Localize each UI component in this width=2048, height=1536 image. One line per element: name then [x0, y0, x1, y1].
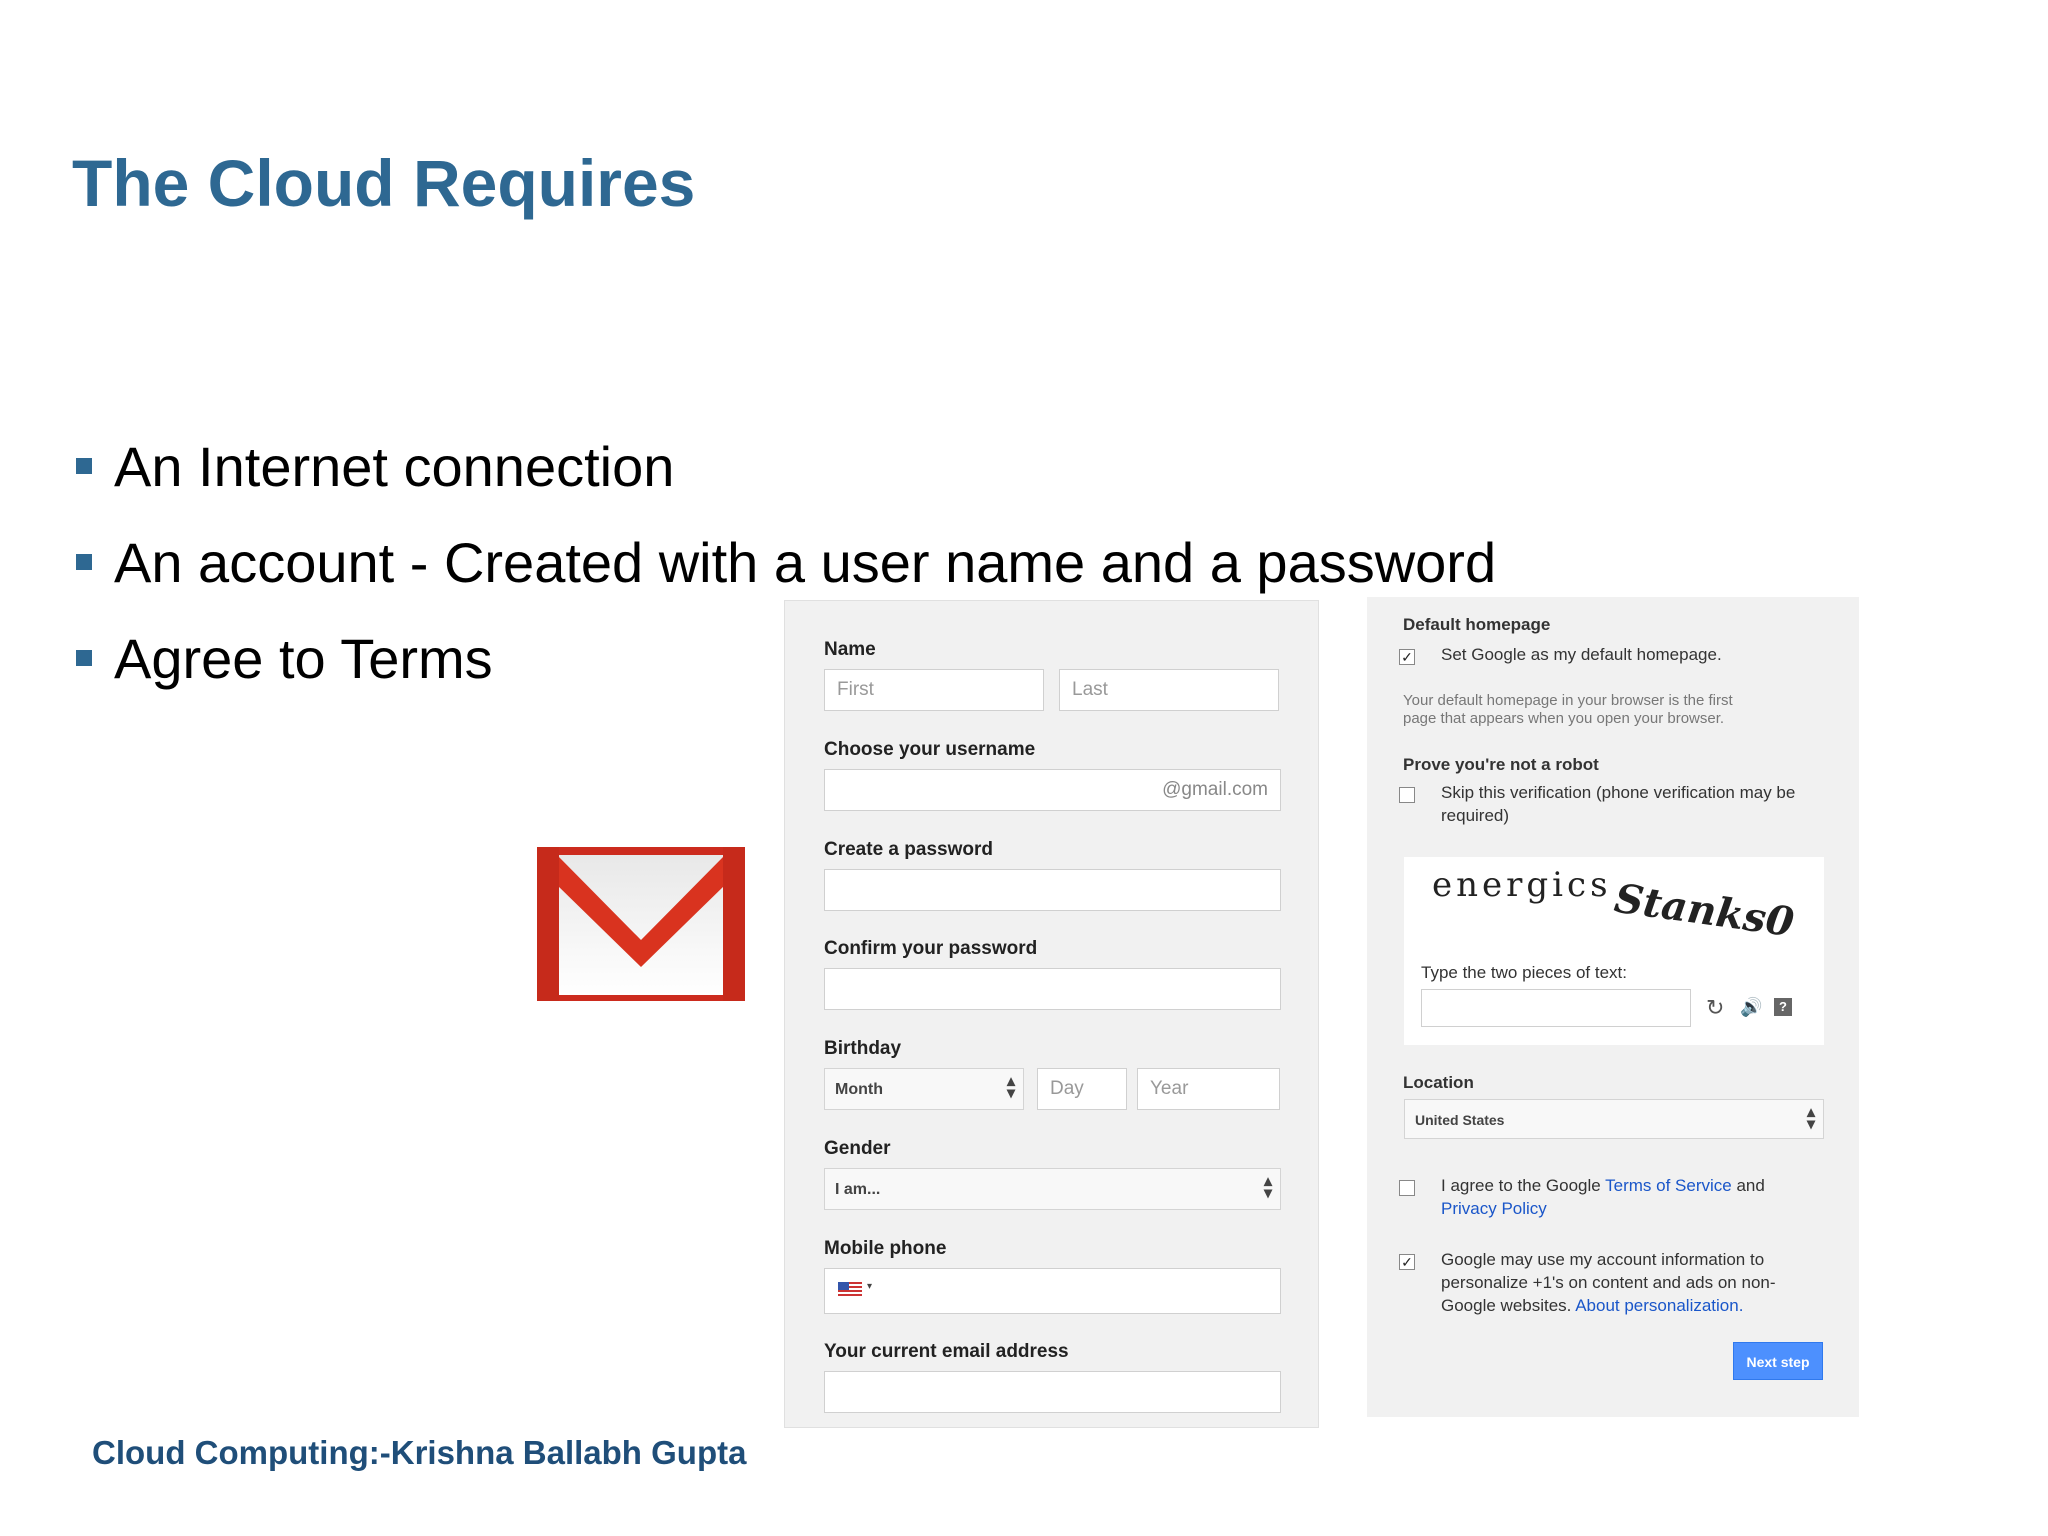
personalize-line-3: Google websites. About personalization. — [1441, 1296, 1743, 1316]
captcha-word-1: energics — [1432, 865, 1612, 905]
bullet-text: An Internet connection — [114, 435, 675, 498]
bullet-square-icon — [76, 650, 92, 666]
agree-and: and — [1731, 1176, 1765, 1195]
bullet-square-icon — [76, 458, 92, 474]
birth-month-select[interactable]: Month ▴ ▾ — [824, 1068, 1024, 1110]
homepage-note-line-1: Your default homepage in your browser is… — [1403, 692, 1733, 709]
skip-verification-line-1: Skip this verification (phone verificati… — [1441, 783, 1796, 802]
robot-heading: Prove you're not a robot — [1403, 755, 1599, 774]
birth-year-input[interactable]: Year — [1137, 1068, 1280, 1110]
gender-select[interactable]: I am... ▴ ▾ — [824, 1168, 1281, 1210]
signup-options-panel: Default homepage ✓ Set Google as my defa… — [1367, 597, 1859, 1417]
last-name-input[interactable]: Last — [1059, 669, 1279, 711]
select-arrows-icon: ▴ ▾ — [1006, 1073, 1015, 1102]
username-input[interactable]: @gmail.com — [824, 769, 1281, 811]
slide-title: The Cloud Requires — [72, 146, 696, 220]
next-step-button[interactable]: Next step — [1733, 1342, 1823, 1380]
confirm-password-input[interactable] — [824, 968, 1281, 1010]
name-label: Name — [824, 639, 876, 660]
default-homepage-heading: Default homepage — [1403, 615, 1551, 634]
bullet-text: An account - Created with a user name an… — [114, 531, 1497, 594]
email-label: Your current email address — [824, 1341, 1069, 1362]
gender-label: Gender — [824, 1138, 891, 1159]
mobile-phone-input[interactable]: ▾ — [824, 1268, 1281, 1314]
captcha-input[interactable] — [1421, 989, 1691, 1027]
us-flag-icon — [838, 1282, 862, 1298]
location-select[interactable]: United States ▴ ▾ — [1404, 1099, 1824, 1139]
personalize-line-2: personalize +1's on content and ads on n… — [1441, 1273, 1776, 1292]
location-label: Location — [1403, 1073, 1474, 1092]
gmail-logo-icon — [537, 847, 745, 1001]
personalize-checkbox[interactable]: ✓ — [1399, 1254, 1415, 1270]
terms-of-service-link[interactable]: Terms of Service — [1605, 1176, 1732, 1195]
bullet-square-icon — [76, 554, 92, 570]
select-arrows-icon: ▴ ▾ — [1263, 1173, 1272, 1202]
mobile-label: Mobile phone — [824, 1238, 947, 1259]
refresh-icon[interactable]: ↻ — [1706, 995, 1724, 1021]
skip-verification-line-2: required) — [1441, 806, 1510, 825]
confirm-password-label: Confirm your password — [824, 938, 1038, 959]
footer-text: Cloud Computing:-Krishna Ballabh Gupta — [92, 1434, 747, 1471]
bullet-item: An Internet connection — [76, 428, 1496, 524]
homepage-note-line-2: page that appears when you open your bro… — [1403, 710, 1725, 727]
skip-verification-checkbox[interactable] — [1399, 787, 1415, 803]
bullet-text: Agree to Terms — [114, 627, 493, 690]
chevron-down-icon[interactable]: ▾ — [867, 1281, 872, 1292]
about-personalization-link[interactable]: About personalization. — [1575, 1296, 1743, 1315]
select-arrows-icon: ▴ ▾ — [1806, 1104, 1815, 1133]
agree-prefix: I agree to the Google — [1441, 1176, 1606, 1195]
help-icon[interactable]: ? — [1774, 998, 1792, 1016]
username-label: Choose your username — [824, 739, 1036, 760]
birth-day-input[interactable]: Day — [1037, 1068, 1127, 1110]
gmail-suffix: @gmail.com — [1162, 779, 1268, 800]
personalize-line-1: Google may use my account information to — [1441, 1250, 1765, 1269]
homepage-checkbox[interactable]: ✓ — [1399, 649, 1415, 665]
privacy-policy-link[interactable]: Privacy Policy — [1441, 1199, 1547, 1219]
agree-terms-checkbox[interactable] — [1399, 1180, 1415, 1196]
agree-terms-line-1: I agree to the Google Terms of Service a… — [1441, 1176, 1765, 1196]
signup-form-panel: Name First Last Choose your username @gm… — [784, 600, 1319, 1428]
captcha-box: energics Stanks0 Type the two pieces of … — [1404, 857, 1824, 1045]
homepage-checkbox-label: Set Google as my default homepage. — [1441, 645, 1722, 664]
personalize-text: Google websites. — [1441, 1296, 1576, 1315]
password-label: Create a password — [824, 839, 993, 860]
birth-month-value: Month — [835, 1081, 883, 1098]
gender-value: I am... — [835, 1181, 881, 1198]
captcha-word-2: Stanks0 — [1611, 874, 1797, 947]
birthday-label: Birthday — [824, 1038, 902, 1059]
audio-icon[interactable]: 🔊 — [1740, 997, 1762, 1018]
current-email-input[interactable] — [824, 1371, 1281, 1413]
location-value: United States — [1415, 1112, 1505, 1128]
captcha-prompt: Type the two pieces of text: — [1421, 963, 1628, 982]
first-name-input[interactable]: First — [824, 669, 1044, 711]
password-input[interactable] — [824, 869, 1281, 911]
